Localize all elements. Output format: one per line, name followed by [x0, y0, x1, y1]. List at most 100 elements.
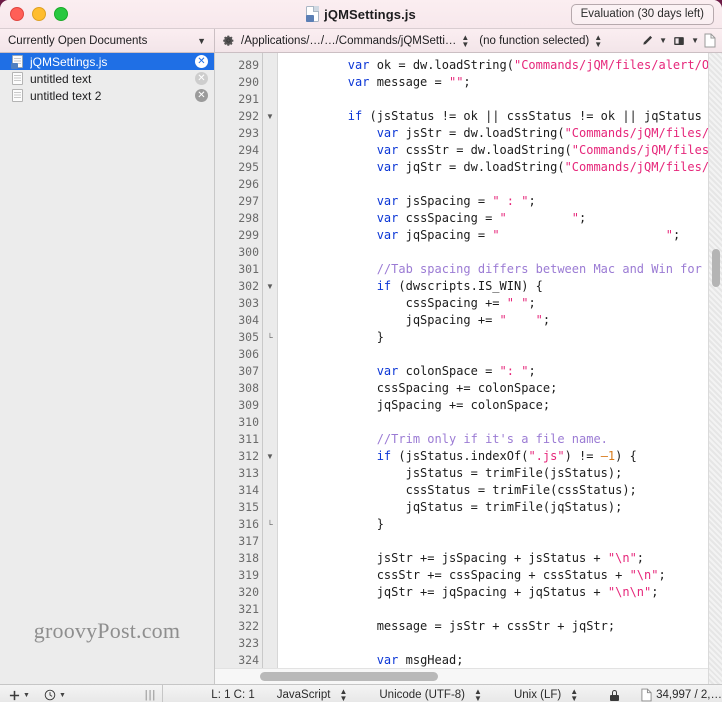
line-number: 304 [238, 313, 259, 327]
horizontal-scrollbar[interactable] [215, 668, 708, 684]
function-popup[interactable]: (no function selected) [479, 35, 589, 47]
vertical-scrollbar[interactable] [708, 53, 722, 684]
file-list-item[interactable]: untitled text 2 ✕ [0, 87, 214, 104]
code-line: cssStatus = trimFile(cssStatus); [290, 483, 637, 497]
line-number: 310 [238, 415, 259, 429]
encoding-label: Unicode (UTF-8) [379, 689, 466, 701]
evaluation-badge[interactable]: Evaluation (30 days left) [570, 4, 714, 25]
code-fold-empty [263, 125, 277, 142]
code-line: var ok = dw.loadString("Commands/jQM/fil… [347, 58, 722, 72]
code-fold-empty [263, 295, 277, 312]
code-fold-toggle[interactable]: ▼ [263, 278, 277, 295]
minimize-button[interactable] [32, 7, 46, 21]
line-ending-stepper-icon: ▲ ▼ [570, 687, 579, 702]
code-line: jqStr += jqSpacing + jqStatus + "\n\n"; [290, 585, 659, 599]
read-only-toggle[interactable] [610, 689, 620, 701]
code-fold-empty [263, 193, 277, 210]
close-button[interactable] [10, 7, 24, 21]
line-number: 307 [238, 364, 259, 378]
code-line: //Trim only if it's a file name. [376, 432, 608, 446]
close-document-icon[interactable]: ✕ [195, 89, 208, 102]
code-fold-empty [263, 91, 277, 108]
line-number: 315 [238, 500, 259, 514]
line-number: 311 [238, 432, 259, 446]
screenshot-root: jQMSettings.js Evaluation (30 days left)… [0, 0, 722, 702]
function-stepper-icon[interactable]: ▲ ▼ [594, 33, 602, 48]
status-bar-right: L: 1 C: 1 JavaScript ▲ ▼ Unicode (UTF-8) … [163, 685, 722, 702]
code-line: jqStatus = trimFile(jqStatus); [290, 500, 623, 514]
path-stepper-icon[interactable]: ▲ ▼ [461, 33, 469, 48]
code-fold-empty [263, 227, 277, 244]
close-document-icon[interactable]: ✕ [195, 72, 208, 85]
status-bar: ▼ ▼ ||| L: 1 C: 1 JavaScript ▲ ▼ Unicode… [0, 684, 722, 702]
zoom-button[interactable] [54, 7, 68, 21]
line-number: 291 [238, 92, 259, 106]
code-fold-empty [263, 363, 277, 380]
vertical-scrollbar-thumb[interactable] [712, 249, 720, 287]
code-line: } [290, 517, 384, 531]
code-fold-empty [263, 618, 277, 635]
sidebar-resize-grip[interactable]: ||| [145, 689, 157, 701]
code-fold-empty [263, 601, 277, 618]
code-line: cssSpacing += colonSpace; [290, 381, 558, 395]
line-number: 296 [238, 177, 259, 191]
code-fold-toggle[interactable]: └ [263, 516, 277, 533]
line-number: 299 [238, 228, 259, 242]
gear-icon[interactable] [222, 34, 235, 47]
line-number: 320 [238, 585, 259, 599]
line-number: 313 [238, 466, 259, 480]
line-ending-label: Unix (LF) [513, 689, 562, 701]
code-fold-empty [263, 414, 277, 431]
file-list-item-label: untitled text [30, 71, 92, 86]
line-number: 289 [238, 58, 259, 72]
open-documents-label: Currently Open Documents [8, 34, 148, 47]
code-fold-toggle[interactable]: └ [263, 329, 277, 346]
code-fold-empty [263, 465, 277, 482]
add-button[interactable]: ▼ [9, 690, 30, 701]
file-size-indicator: 34,997 / 2,… [641, 688, 722, 702]
code-editor[interactable]: 289 290 291 292 293 294 295 296 297 298 299 300 301 3… [215, 53, 722, 684]
code-fold-empty [263, 346, 277, 363]
open-documents-sidebar: jQMSettings.js ✕ untitled text ✕ untitled te… [0, 53, 215, 684]
code-content[interactable]: var ok = dw.loadString("Commands/jQM/fil… [278, 53, 722, 684]
code-fold-gutter[interactable]: ▼▼└▼└▼▬└ [263, 53, 278, 684]
horizontal-scrollbar-thumb[interactable] [260, 672, 438, 681]
line-number: 290 [238, 75, 259, 89]
file-list: jQMSettings.js ✕ untitled text ✕ untitled te… [0, 53, 214, 104]
recent-button[interactable]: ▼ [44, 689, 66, 701]
line-number: 312 [238, 449, 259, 463]
code-fold-empty [263, 244, 277, 261]
file-list-item[interactable]: untitled text ✕ [0, 70, 214, 87]
code-line: cssStr += cssSpacing + cssStatus + "\n"; [290, 568, 666, 582]
close-document-icon[interactable]: ✕ [195, 55, 208, 68]
window-titlebar: jQMSettings.js Evaluation (30 days left) [0, 0, 722, 29]
split-view-icon[interactable] [672, 34, 686, 48]
line-number: 308 [238, 381, 259, 395]
code-fold-empty [263, 431, 277, 448]
split-chevron-down-icon[interactable]: ▼ [691, 36, 699, 45]
file-path-popup[interactable]: /Applications/…/…/Commands/jQMSetti… [241, 35, 456, 47]
file-list-item[interactable]: jQMSettings.js ✕ [0, 53, 214, 70]
code-line: message = jsStr + cssStr + jqStr; [290, 619, 616, 633]
open-documents-popup[interactable]: Currently Open Documents ▼ [0, 29, 215, 52]
language-popup[interactable]: JavaScript ▲ ▼ [277, 688, 358, 702]
line-number: 306 [238, 347, 259, 361]
code-line: var message = ""; [347, 75, 471, 89]
line-number: 292 [238, 109, 259, 123]
line-number: 314 [238, 483, 259, 497]
line-number: 293 [238, 126, 259, 140]
line-ending-popup[interactable]: Unix (LF) ▲ ▼ [514, 688, 588, 702]
code-line: var jqStr = dw.loadString("Commands/jQM/… [376, 160, 722, 174]
code-fold-toggle[interactable]: ▼ [263, 448, 277, 465]
line-number: 295 [238, 160, 259, 174]
encoding-popup[interactable]: Unicode (UTF-8) ▲ ▼ [379, 688, 492, 702]
dreamweaver-window: jQMSettings.js Evaluation (30 days left)… [0, 0, 722, 702]
pencil-chevron-down-icon[interactable]: ▼ [659, 36, 667, 45]
code-line: cssSpacing += " "; [290, 296, 536, 310]
code-fold-empty [263, 176, 277, 193]
pencil-icon[interactable] [640, 34, 654, 48]
line-number-gutter: 289 290 291 292 293 294 295 296 297 298 299 300 301 3… [215, 53, 263, 684]
code-fold-toggle[interactable]: ▼ [263, 108, 277, 125]
page-icon[interactable] [704, 33, 716, 48]
